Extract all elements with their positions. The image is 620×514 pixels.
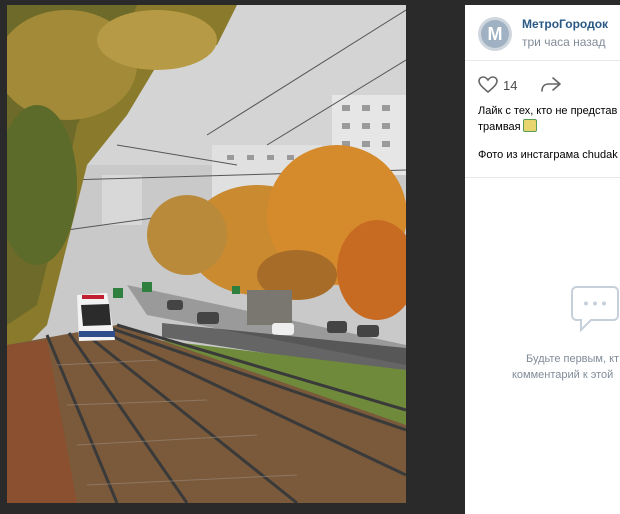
post-header: М МетроГородок три часа назад: [465, 5, 620, 61]
photo-viewer: [0, 0, 465, 514]
photo-credit: Фото из инстаграма chudak: [478, 149, 618, 161]
post-photo[interactable]: [7, 5, 406, 503]
share-arrow-icon[interactable]: [540, 76, 562, 99]
post-text-line1: Лайк с тех, кто не представ: [478, 105, 618, 117]
author-name[interactable]: МетроГородок: [522, 17, 608, 31]
divider: [465, 177, 620, 178]
empty-comments-line1: Будьте первым, кт: [526, 353, 620, 365]
post-actions: 14: [465, 61, 620, 101]
avatar[interactable]: М: [478, 17, 512, 51]
post-text-line2-wrap: трамвая: [478, 119, 620, 135]
like-count: 14: [503, 78, 518, 93]
empty-comments-line2: комментарий к этой: [512, 369, 614, 381]
tram-emoji-icon: [522, 119, 537, 132]
tram-autumn-photo: [7, 5, 406, 503]
comment-bubble-icon: [571, 285, 619, 340]
post-text: Лайк с тех, кто не представ трамвая: [478, 103, 620, 135]
post-sidebar: М МетроГородок три часа назад 14 Лайк с …: [465, 5, 620, 514]
post-text-line2: трамвая: [478, 121, 521, 133]
heart-icon[interactable]: [478, 76, 498, 99]
avatar-letter: М: [487, 24, 503, 44]
empty-comments-text: Будьте первым, кт комментарий к этой: [512, 351, 620, 383]
post-time[interactable]: три часа назад: [522, 35, 605, 49]
